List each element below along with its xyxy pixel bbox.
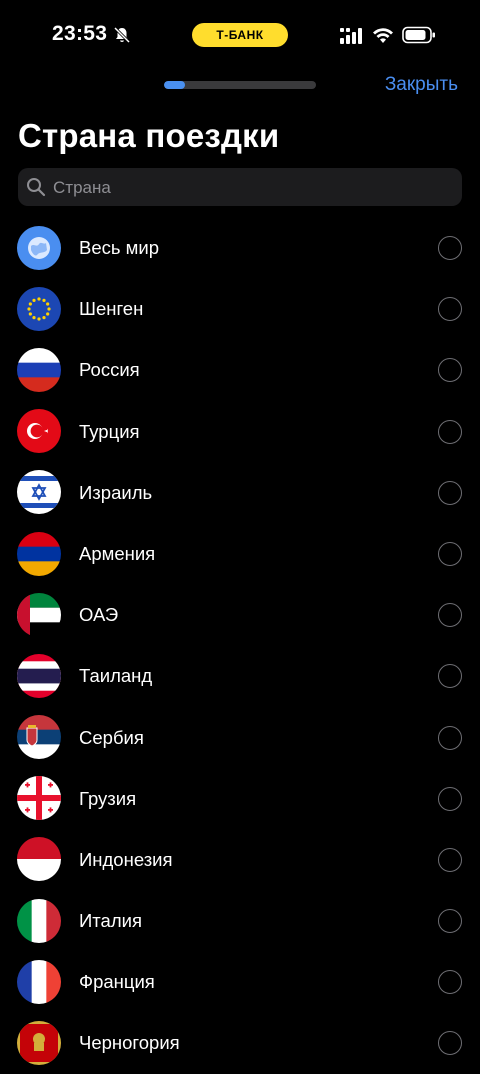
country-name: Весь мир: [79, 237, 159, 258]
flag-ge-icon: [17, 776, 61, 821]
country-row[interactable]: Турция: [0, 401, 480, 462]
radio-button[interactable]: [438, 297, 462, 322]
flag-ae-icon: [17, 592, 61, 637]
search-box[interactable]: [18, 168, 462, 208]
country-name: Шенген: [79, 298, 144, 320]
country-row[interactable]: Франция: [0, 951, 480, 1012]
radio-button[interactable]: [438, 419, 462, 444]
country-name: ОАЭ: [79, 604, 119, 626]
radio-button[interactable]: [438, 1031, 462, 1056]
flag-eu-icon: [17, 286, 61, 331]
country-name: Турция: [79, 420, 140, 442]
flag-me-icon: [17, 1021, 61, 1066]
country-name: Россия: [79, 359, 140, 381]
country-row[interactable]: ОАЭ: [0, 584, 480, 645]
radio-button[interactable]: [438, 603, 462, 628]
country-name: Израиль: [79, 481, 153, 503]
status-bar: 23:53 Т-БАНК: [0, 0, 480, 70]
progress-fill: [164, 81, 186, 89]
flag-am-icon: [17, 531, 61, 576]
country-row[interactable]: Израиль: [0, 462, 480, 523]
country-name: Франция: [79, 971, 155, 993]
flag-ru-icon: [17, 347, 61, 392]
country-row[interactable]: Сербия: [0, 707, 480, 768]
signal-icon: [340, 28, 364, 44]
flag-tr-icon: [17, 409, 61, 454]
radio-button[interactable]: [438, 480, 462, 505]
bell-slash-icon: [113, 26, 131, 44]
radio-button[interactable]: [438, 847, 462, 872]
radio-button[interactable]: [438, 664, 462, 689]
flag-id-icon: [17, 837, 61, 882]
radio-button[interactable]: [438, 909, 462, 934]
status-time: 23:53: [52, 22, 108, 45]
flag-rs-icon: [17, 715, 61, 760]
radio-button[interactable]: [438, 970, 462, 995]
close-button[interactable]: Закрыть: [385, 74, 458, 96]
country-row[interactable]: Весь мир: [0, 217, 480, 278]
country-name: Сербия: [79, 726, 144, 748]
progress-bar: [164, 81, 316, 89]
country-name: Армения: [79, 542, 156, 564]
country-name: Индонезия: [79, 848, 173, 870]
country-row[interactable]: Италия: [0, 890, 480, 951]
country-row[interactable]: Грузия: [0, 768, 480, 829]
search-icon: [26, 177, 46, 197]
flag-il-icon: [17, 470, 61, 515]
flag-it-icon: [17, 898, 61, 943]
flag-fr-icon: [17, 959, 61, 1004]
battery-icon: [402, 26, 436, 44]
radio-button[interactable]: [438, 725, 462, 750]
country-name: Италия: [79, 910, 142, 932]
brand-badge: Т-БАНК: [192, 23, 288, 47]
radio-button[interactable]: [438, 236, 462, 260]
globe-icon: [17, 225, 61, 270]
country-row[interactable]: Таиланд: [0, 645, 480, 706]
country-row[interactable]: Армения: [0, 523, 480, 584]
radio-button[interactable]: [438, 358, 462, 383]
flag-th-icon: [17, 653, 61, 698]
radio-button[interactable]: [438, 786, 462, 811]
country-name: Таиланд: [79, 665, 153, 687]
radio-button[interactable]: [438, 541, 462, 566]
wifi-icon: [372, 26, 394, 44]
search-input[interactable]: [51, 168, 455, 208]
country-name: Грузия: [79, 787, 137, 809]
country-row[interactable]: Россия: [0, 339, 480, 400]
country-row[interactable]: Шенген: [0, 278, 480, 339]
page-title: Страна поездки: [18, 117, 280, 154]
country-list: Весь мир Шенген Россия Турция Израиль Армения…: [0, 217, 480, 1074]
country-name: Черногория: [79, 1032, 180, 1054]
country-row[interactable]: Индонезия: [0, 829, 480, 890]
country-row[interactable]: Черногория: [0, 1012, 480, 1073]
